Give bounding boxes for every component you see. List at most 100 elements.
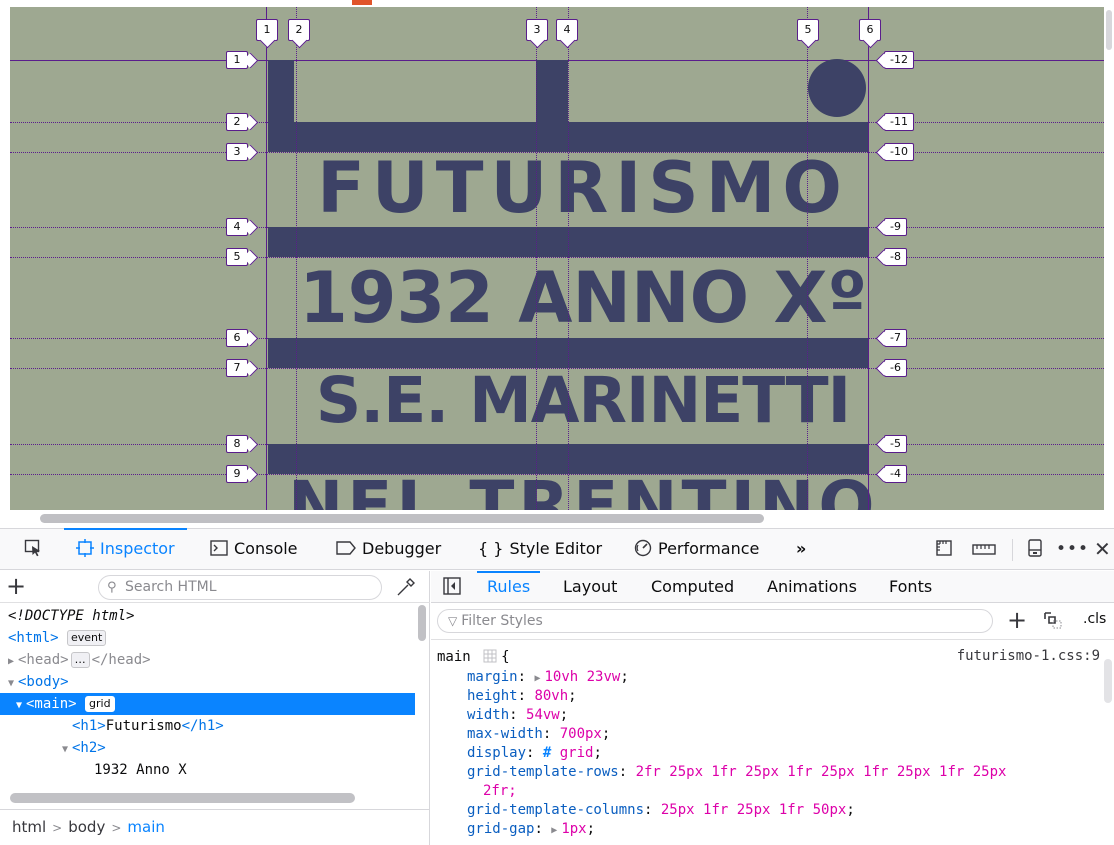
devtools-toolbar: Inspector Console Debugger { } Style Edit… [0,528,1114,570]
collapse-arrow-icon[interactable]: ▼ [12,695,26,717]
rule-source-link[interactable]: futurismo-1.css:9 [957,648,1100,664]
declaration-display[interactable]: display: # grid; [467,744,602,763]
poster-line-1: FUTURISMO [317,147,849,229]
breadcrumb-main[interactable]: main [127,818,164,836]
tree-node-html[interactable]: <html> event [0,627,415,649]
grid-col-line [868,7,869,510]
event-badge[interactable]: event [67,630,107,646]
markup-toolbar: + ⚲ Search HTML [0,571,430,603]
more-options-icon[interactable]: ••• [1056,529,1089,570]
grid-col-label: 6 [859,19,881,41]
declaration-max-width[interactable]: max-width: 700px; [467,725,610,744]
tab-computed[interactable]: Computed [651,571,734,603]
grid-col-line [568,7,569,510]
grid-row-label-negative: -10 [884,143,914,161]
expand-arrow-icon[interactable]: ▶ [534,673,540,684]
tree-node-main[interactable]: ▼ <main> grid [0,693,415,715]
expand-arrow-icon[interactable]: ▶ [551,825,557,836]
breadcrumb-body[interactable]: body [68,818,105,836]
grid-toggle-icon[interactable]: # [543,745,551,761]
grid-col-line [807,7,808,510]
grid-row-label: 1 [226,51,248,69]
poster-bar [268,60,294,122]
tree-node-body[interactable]: ▼ <body> [0,671,415,693]
declaration-grid-template-columns[interactable]: grid-template-columns: 25px 1fr 25px 1fr… [467,801,855,820]
grid-badge[interactable]: grid [85,696,115,712]
tree-node-head[interactable]: ▶ <head>… </head> [0,649,415,671]
grid-row-label-negative: -12 [884,51,914,69]
declaration-height[interactable]: height: 80vh; [467,687,577,706]
page-viewport: FUTURISMO 1932 ANNO Xº S.E. MARINETTI NE… [10,7,1104,510]
grid-highlighter-icon[interactable] [483,649,497,663]
viewport-horizontal-scrollbar[interactable] [40,514,764,523]
filter-styles-input[interactable]: ▽ Filter Styles [437,609,993,633]
add-node-icon[interactable]: + [2,572,30,600]
viewport-vertical-scrollbar[interactable] [1106,10,1112,50]
tab-fonts[interactable]: Fonts [889,571,932,603]
print-simulation-icon[interactable] [1043,611,1063,633]
grid-row-label: 6 [226,329,248,347]
close-icon[interactable]: ✕ [1094,529,1111,570]
grid-row-label-negative: -5 [884,435,907,453]
grid-row-label: 9 [226,465,248,483]
tab-layout[interactable]: Layout [563,571,617,603]
more-tabs-button[interactable]: » [796,529,806,570]
tab-performance[interactable]: Performance [634,529,759,570]
responsive-design-icon[interactable] [936,529,956,570]
grid-col-label: 5 [797,19,819,41]
tree-node-text[interactable]: 1932 Anno X [0,759,415,781]
tab-style-editor[interactable]: { } Style Editor [478,529,602,570]
rules-panel: Rules Layout Computed Animations Fonts ▽… [431,571,1114,845]
toggle-sidebar-icon[interactable] [443,577,461,599]
declaration-grid-gap[interactable]: grid-gap: ▶ 1px; [467,820,595,842]
inspector-icon [76,529,94,569]
tree-node-h2[interactable]: ▼ <h2> [0,737,415,759]
declaration-margin[interactable]: margin: ▶ 10vh 23vw; [467,668,629,687]
breadcrumb-separator-icon: > [111,821,122,835]
tree-node-h1[interactable]: <h1>Futurismo</h1> [0,715,415,737]
tab-rules[interactable]: Rules [476,571,541,603]
poster-line-3: S.E. MARINETTI [315,364,851,437]
rules-divider [431,639,1114,640]
filter-icon: ▽ [448,614,458,628]
grid-col-label: 2 [288,19,310,41]
tab-inspector[interactable]: Inspector [64,528,187,570]
breadcrumb: html > body > main [0,809,430,845]
ruler-icon[interactable] [972,529,996,570]
search-html-input[interactable]: ⚲ Search HTML [98,575,382,600]
grid-row-label-negative: -6 [884,359,907,377]
expand-arrow-icon[interactable]: ▶ [4,651,18,673]
grid-col-label: 1 [256,19,278,41]
rules-vertical-scrollbar[interactable] [1104,659,1112,703]
collapse-arrow-icon[interactable]: ▼ [58,739,72,761]
grid-row-label: 8 [226,435,248,453]
poster-line-4: NEL TRENTINO [288,467,879,511]
grid-row-label-negative: -8 [884,248,907,266]
declaration-grid-template-rows-cont: 2fr; [483,783,517,799]
grid-col-line [296,7,297,510]
cls-toggle-button[interactable]: .cls [1083,611,1106,627]
collapsed-content-badge[interactable]: … [70,652,90,668]
breadcrumb-html[interactable]: html [12,818,46,836]
dock-bottom-icon[interactable] [1028,529,1042,570]
grid-row-label: 2 [226,113,248,131]
grid-row-label: 4 [226,218,248,236]
tab-animations[interactable]: Animations [767,571,857,603]
toolbar-divider [1012,539,1013,561]
collapse-arrow-icon[interactable]: ▼ [4,673,18,695]
declaration-grid-template-rows[interactable]: grid-template-rows: 2fr 25px 1fr 25px 1f… [467,763,1006,782]
markup-horizontal-scrollbar[interactable] [10,793,355,803]
add-rule-icon[interactable]: + [1007,605,1027,635]
declaration-width[interactable]: width: 54vw; [467,706,568,725]
tree-node-doctype[interactable]: <!DOCTYPE html> [0,605,415,627]
tab-console[interactable]: Console [210,529,298,570]
grid-col-label: 4 [556,19,578,41]
grid-row-label: 5 [226,248,248,266]
tab-debugger[interactable]: Debugger [336,529,441,570]
markup-vertical-scrollbar[interactable] [418,605,426,641]
grid-row-label-negative: -4 [884,465,907,483]
rule-selector[interactable]: main { [437,648,510,667]
element-picker-icon[interactable] [24,529,42,570]
eyedropper-icon[interactable] [396,573,416,599]
sidebar-tabs: Rules Layout Computed Animations Fonts [431,571,1114,603]
